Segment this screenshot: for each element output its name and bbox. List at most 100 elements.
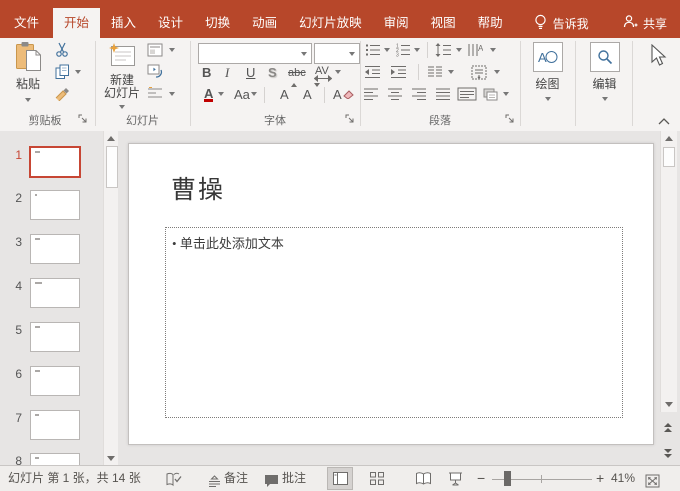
section-dropdown-arrow[interactable] — [169, 92, 175, 96]
convert-to-smartart-button[interactable] — [481, 86, 499, 102]
zoom-slider-thumb[interactable] — [504, 471, 511, 486]
slide-canvas[interactable]: 曹操 • 单击此处添加文本 — [128, 143, 654, 445]
notes-button[interactable]: 备注 — [224, 466, 248, 491]
text-direction-dropdown-arrow[interactable] — [490, 48, 496, 52]
reading-view-button[interactable] — [410, 467, 436, 490]
strikethrough-button[interactable]: abc — [288, 65, 306, 81]
align-text-dropdown-arrow[interactable] — [494, 70, 500, 74]
clipboard-dialog-launcher[interactable] — [78, 114, 89, 125]
copy-dropdown-arrow[interactable] — [75, 70, 81, 74]
slide-thumbnail-image[interactable] — [30, 278, 80, 308]
thumbnail-scroll-down-button[interactable] — [104, 451, 118, 465]
tab-insert[interactable]: 插入 — [100, 8, 147, 38]
slide-sorter-view-button[interactable] — [364, 467, 390, 490]
character-spacing-dropdown-arrow[interactable] — [335, 70, 341, 74]
grow-font-button[interactable]: A — [280, 83, 297, 103]
drawing-dropdown-arrow — [544, 97, 551, 101]
content-placeholder[interactable]: • 单击此处添加文本 — [165, 227, 623, 418]
numbering-button[interactable]: 123 — [394, 42, 412, 58]
font-size-combobox[interactable] — [314, 43, 360, 64]
justify-button[interactable] — [434, 86, 452, 102]
zoom-out-button[interactable]: − — [477, 466, 485, 491]
align-center-button[interactable] — [386, 86, 404, 102]
reset-slide-button[interactable] — [146, 63, 164, 79]
columns-dropdown-arrow[interactable] — [448, 70, 454, 74]
editing-button[interactable]: 编辑 — [577, 40, 632, 101]
columns-button[interactable] — [426, 64, 444, 80]
comments-button[interactable]: 批注 — [282, 466, 306, 491]
tell-me-button[interactable]: 告诉我 — [524, 8, 599, 38]
slide-thumbnail-image[interactable] — [30, 322, 80, 352]
slide-area-scrollbar[interactable] — [660, 131, 677, 412]
tab-view[interactable]: 视图 — [420, 8, 467, 38]
spell-check-icon[interactable] — [166, 471, 182, 491]
align-text-button[interactable] — [470, 64, 488, 80]
bold-button[interactable]: B — [202, 65, 211, 81]
italic-button[interactable]: I — [225, 65, 229, 81]
slide-thumbnail-image[interactable] — [29, 146, 81, 178]
align-left-button[interactable] — [362, 86, 380, 102]
copy-button[interactable] — [53, 64, 71, 80]
font-color-dropdown-arrow[interactable] — [218, 92, 224, 96]
slide-show-button[interactable] — [442, 467, 468, 490]
decrease-indent-button[interactable] — [363, 64, 381, 80]
tab-design[interactable]: 设计 — [147, 8, 194, 38]
layout-dropdown-arrow[interactable] — [169, 48, 175, 52]
change-case-dropdown-arrow[interactable] — [251, 92, 257, 96]
text-direction-button[interactable]: A — [466, 42, 484, 58]
slide-thumbnail-image[interactable] — [30, 410, 80, 440]
slide-layout-button[interactable] — [146, 42, 164, 58]
tab-file[interactable]: 文件 — [0, 8, 53, 38]
zoom-level[interactable]: 41% — [611, 466, 635, 491]
font-name-combobox[interactable] — [198, 43, 312, 64]
thumbnail-scrollbar[interactable] — [103, 131, 118, 465]
text-shadow-button[interactable]: S — [268, 65, 277, 81]
previous-slide-button[interactable] — [660, 420, 676, 434]
align-right-button[interactable] — [410, 86, 428, 102]
format-painter-button[interactable] — [53, 85, 71, 101]
tab-slideshow[interactable]: 幻灯片放映 — [288, 8, 373, 38]
bullets-button[interactable] — [364, 42, 382, 58]
slide-thumbnail-image[interactable] — [30, 190, 80, 220]
slide-title-text[interactable]: 曹操 — [171, 170, 225, 206]
zoom-in-button[interactable]: + — [596, 466, 604, 491]
tab-animations[interactable]: 动画 — [241, 8, 288, 38]
tab-transitions[interactable]: 切换 — [194, 8, 241, 38]
normal-view-button[interactable] — [327, 467, 353, 490]
tab-home[interactable]: 开始 — [53, 8, 101, 38]
distribute-text-button[interactable] — [456, 86, 478, 102]
scroll-down-button[interactable] — [662, 397, 676, 411]
next-slide-button[interactable] — [660, 446, 676, 460]
shrink-font-button[interactable]: A — [303, 83, 320, 103]
drawing-button[interactable]: A 绘图 — [520, 40, 575, 101]
slide-thumbnail-image[interactable] — [30, 234, 80, 264]
paragraph-dialog-launcher[interactable] — [505, 114, 516, 125]
smartart-dropdown-arrow[interactable] — [503, 92, 509, 96]
scrollbar-thumb[interactable] — [663, 147, 675, 167]
slide-thumbnail-image[interactable] — [30, 453, 80, 465]
scroll-up-button[interactable] — [662, 131, 676, 145]
slide-thumbnail-image[interactable] — [30, 366, 80, 396]
thumbnail-scrollbar-thumb[interactable] — [106, 146, 118, 188]
slide-counter[interactable]: 幻灯片 第 1 张，共 14 张 — [8, 466, 141, 491]
line-spacing-dropdown-arrow[interactable] — [456, 48, 462, 52]
tab-review[interactable]: 审阅 — [373, 8, 420, 38]
thumbnail-scroll-up-button[interactable] — [104, 131, 118, 145]
change-case-button[interactable]: Aa — [234, 87, 250, 103]
increase-indent-button[interactable] — [389, 64, 407, 80]
share-button[interactable]: 共享 — [610, 8, 680, 38]
fit-slide-to-window-button[interactable] — [645, 472, 660, 491]
collapse-ribbon-button[interactable] — [658, 114, 670, 128]
clear-formatting-button[interactable]: A — [333, 87, 354, 103]
new-slide-button[interactable]: 新建 幻灯片 — [100, 40, 144, 113]
bullets-dropdown-arrow[interactable] — [384, 48, 390, 52]
tab-help[interactable]: 帮助 — [467, 8, 514, 38]
cut-button[interactable] — [53, 42, 71, 58]
font-color-button[interactable]: A — [204, 86, 214, 102]
underline-button[interactable]: U — [246, 65, 255, 81]
font-dialog-launcher[interactable] — [345, 114, 356, 125]
paste-button[interactable]: 粘贴 — [6, 40, 50, 102]
section-button[interactable] — [146, 86, 164, 102]
numbering-dropdown-arrow[interactable] — [414, 48, 420, 52]
line-spacing-button[interactable] — [434, 42, 452, 58]
